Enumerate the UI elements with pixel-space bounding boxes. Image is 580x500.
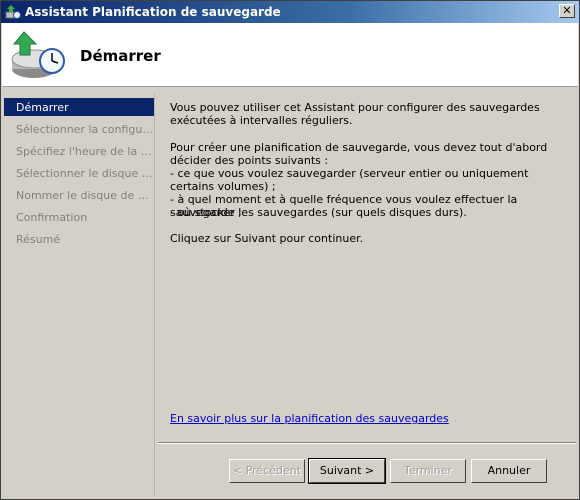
finish-button[interactable]: Terminer — [390, 459, 466, 483]
footer-divider — [158, 442, 576, 444]
bullet-where: - où stocker les sauvegardes (sur quels … — [170, 206, 467, 219]
wizard-header: Démarrer — [2, 23, 578, 87]
learn-more-link[interactable]: En savoir plus sur la planification des … — [170, 412, 449, 425]
content-pane: Vous pouvez utiliser cet Assistant pour … — [158, 89, 576, 449]
nav-step-select-config: Sélectionner la configu... — [16, 123, 153, 136]
window-title: Assistant Planification de sauvegarde — [25, 5, 281, 19]
nav-step-summary: Résumé — [16, 233, 61, 246]
nav-step-demarrer[interactable]: Démarrer — [4, 98, 154, 116]
backup-app-icon — [5, 5, 21, 19]
next-button[interactable]: Suivant > — [308, 458, 386, 484]
nav-step-backup-time: Spécifiez l'heure de la s... — [16, 145, 154, 158]
cancel-button[interactable]: Annuler — [471, 459, 547, 483]
nav-step-name-disk: Nommer le disque de d... — [16, 189, 154, 202]
bullet-what: - ce que vous voulez sauvegarder (serveu… — [170, 167, 529, 193]
page-title: Démarrer — [80, 47, 161, 65]
intro-text: Vous pouvez utiliser cet Assistant pour … — [170, 101, 540, 127]
title-bar[interactable]: Assistant Planification de sauvegarde ✕ — [1, 1, 579, 23]
close-button[interactable]: ✕ — [559, 4, 575, 18]
wizard-steps-nav: Démarrer Sélectionner la configu... Spéc… — [4, 94, 155, 496]
nav-step-select-disk: Sélectionner le disque ... — [16, 167, 153, 180]
nav-step-confirmation: Confirmation — [16, 211, 88, 224]
decide-text: Pour créer une planification de sauvegar… — [170, 141, 548, 167]
backup-clock-icon — [11, 31, 65, 78]
wizard-window: Assistant Planification de sauvegarde ✕ … — [0, 0, 580, 500]
continue-text: Cliquez sur Suivant pour continuer. — [170, 232, 364, 245]
previous-button[interactable]: < Précédent — [229, 459, 305, 483]
